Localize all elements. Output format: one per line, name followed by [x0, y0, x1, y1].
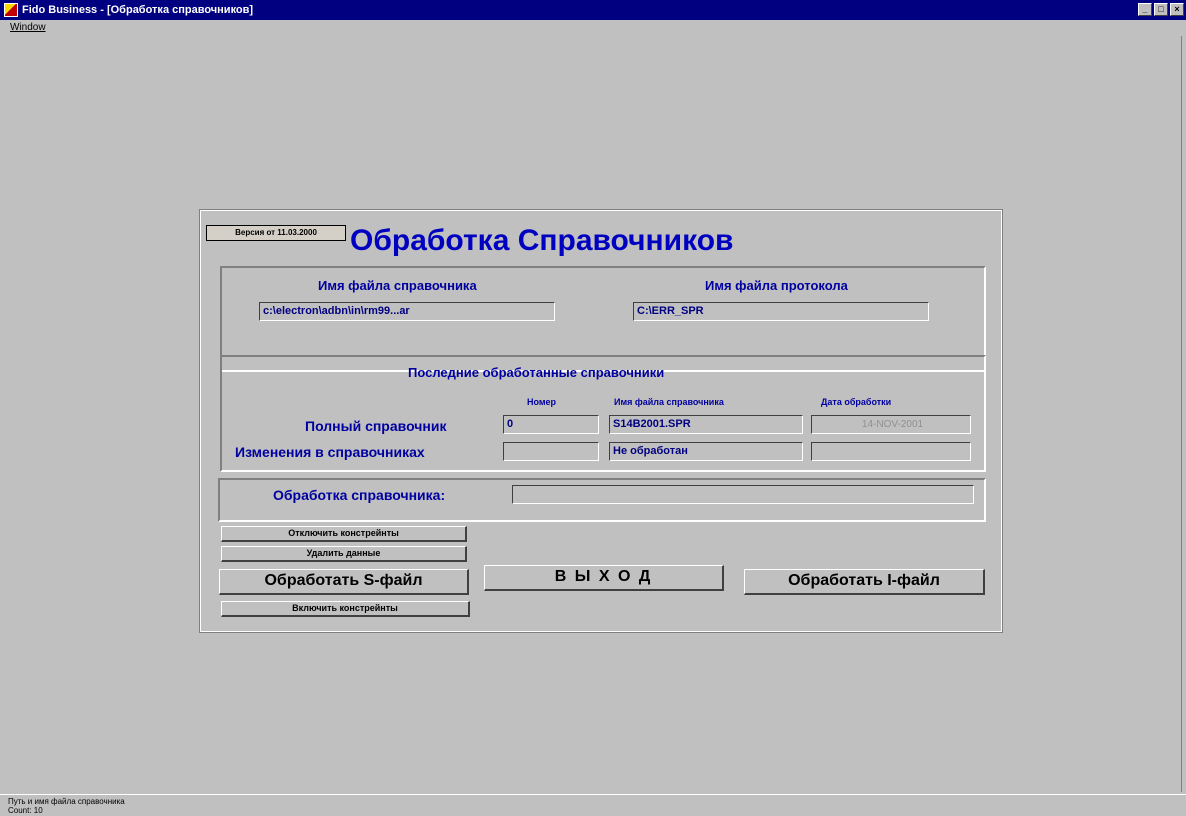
status-bar: Путь и имя файла справочника Count: 10: [0, 794, 1186, 816]
col-number-header: Номер: [527, 397, 557, 407]
row-full-label: Полный справочник: [305, 418, 447, 434]
maximize-button[interactable]: □: [1154, 3, 1168, 16]
app-icon[interactable]: [4, 3, 18, 17]
ref-file-input[interactable]: c:\electron\adbn\in\rm99...ar: [259, 302, 555, 321]
status-count: Count: 10: [8, 806, 43, 815]
row-full-number[interactable]: 0: [503, 415, 599, 434]
log-file-label: Имя файла протокола: [705, 278, 848, 293]
log-file-input[interactable]: C:\ERR_SPR: [633, 302, 929, 321]
processing-label: Обработка справочника:: [273, 487, 446, 503]
last-processed-heading: Последние обработанные справочники: [408, 365, 665, 380]
process-s-file-button[interactable]: Обработать S-файл: [219, 569, 469, 595]
col-date-header: Дата обработки: [821, 397, 892, 407]
menu-window[interactable]: Window: [10, 22, 46, 33]
row-changes-date[interactable]: [811, 442, 971, 461]
close-button[interactable]: ×: [1170, 3, 1184, 16]
processing-input[interactable]: [512, 485, 974, 504]
exit-button[interactable]: В Ы Х О Д: [484, 565, 724, 591]
col-file-header: Имя файла справочника: [614, 397, 724, 407]
row-changes-file[interactable]: Не обработан: [609, 442, 803, 461]
status-hint: Путь и имя файла справочника: [8, 797, 125, 806]
minimize-button[interactable]: _: [1138, 3, 1152, 16]
window-controls: _ □ ×: [1138, 3, 1184, 16]
title-bar: Fido Business - [Обработка справочников]…: [0, 0, 1186, 20]
page-title: Обработка Справочников: [350, 224, 734, 257]
row-changes-label: Изменения в справочниках: [235, 444, 425, 460]
disable-constraints-button[interactable]: Отключить констрейнты: [221, 526, 467, 542]
row-full-file[interactable]: S14B2001.SPR: [609, 415, 803, 434]
row-full-date[interactable]: 14-NOV-2001: [811, 415, 971, 434]
ref-file-label: Имя файла справочника: [318, 278, 477, 293]
enable-constraints-button[interactable]: Включить констрейнты: [221, 601, 470, 617]
window-title: Fido Business - [Обработка справочников]: [22, 4, 254, 16]
delete-data-button[interactable]: Удалить данные: [221, 546, 467, 562]
row-changes-number[interactable]: [503, 442, 599, 461]
process-i-file-button[interactable]: Обработать I-файл: [744, 569, 985, 595]
version-label: Версия от 11.03.2000: [206, 225, 346, 241]
menu-bar: Window: [0, 20, 1186, 36]
